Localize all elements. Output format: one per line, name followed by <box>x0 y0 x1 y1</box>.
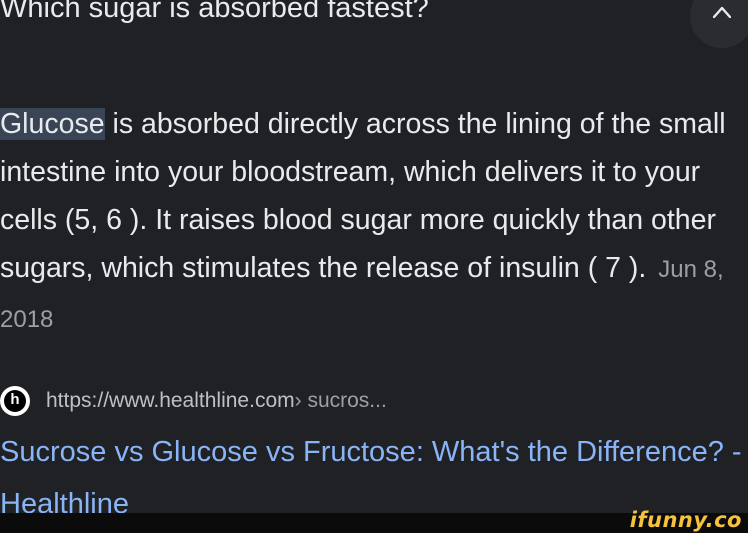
source-attribution[interactable]: h https://www.healthline.com › sucros... <box>0 386 387 416</box>
source-url[interactable]: https://www.healthline.com <box>46 389 295 413</box>
chevron-up-icon <box>713 6 731 18</box>
collapse-button[interactable] <box>690 0 748 48</box>
featured-snippet-answer: Glucose is absorbed directly across the … <box>0 100 748 344</box>
answer-text: is absorbed directly across the lining o… <box>0 108 726 284</box>
healthline-logo-icon: h <box>0 386 30 416</box>
source-breadcrumb: › sucros... <box>294 389 387 412</box>
ifunny-watermark: ifunny.co <box>629 508 742 532</box>
question-heading[interactable]: Which sugar is absorbed fastest? <box>0 0 429 25</box>
highlighted-term: Glucose <box>0 108 105 140</box>
